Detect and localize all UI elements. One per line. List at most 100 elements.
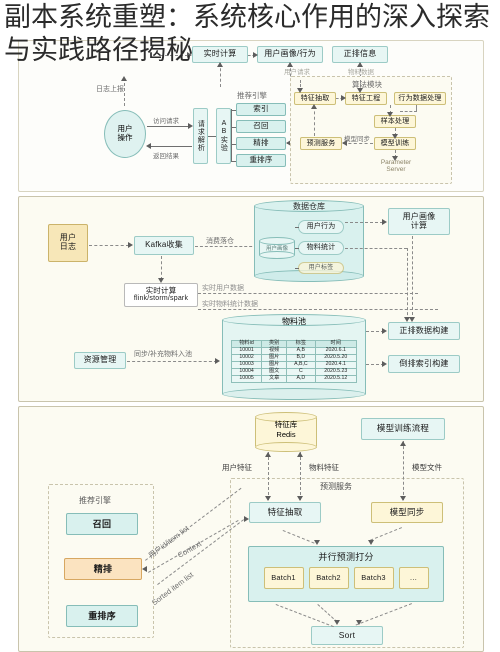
table-row: 10005 文章 A,D 2020.5.12 (230, 374, 357, 383)
batch-label: … (409, 572, 418, 582)
connector-log-to-kafka (89, 245, 129, 246)
engine-stage-label: 精排 (253, 138, 269, 148)
warehouse-node-label: 用户标签 (308, 264, 334, 271)
algo-node-feature-engineering: 特征工程 (345, 92, 387, 105)
connector-cyl-behavior (295, 227, 299, 228)
batch-node-3: Batch3 (353, 567, 394, 590)
forward-build-label: 正排数据构建 (399, 325, 449, 335)
table-cell: 文章 (261, 374, 288, 383)
arrow-down (314, 540, 320, 545)
resource-mgmt-node: 资源管理 (74, 352, 126, 369)
batch-node-2: Batch2 (308, 567, 349, 590)
model-sync-label: 模型同步 (344, 136, 370, 143)
request-parse-node: 请求解析 (193, 108, 208, 164)
cylinder-bottom (259, 251, 295, 259)
arrow-down (297, 88, 303, 93)
algo-node-predict-service: 预测服务 (300, 137, 342, 150)
parameter-server-label: Parameter Server (380, 159, 412, 174)
parallel-scoring-title: 并行预测打分 (318, 552, 374, 562)
predict-service-title: 预测服务 (320, 482, 352, 491)
engine-title: 推荐引擎 (237, 91, 267, 100)
arrow-right (215, 358, 220, 364)
arrow-down (387, 112, 393, 117)
engine-stage-index: 索引 (236, 103, 286, 116)
bottom-engine-stage-recall: 召回 (66, 513, 138, 535)
connector-behavior-sample-h (400, 111, 417, 112)
stream-box-label: 正排信息 (343, 49, 377, 59)
user-operation-node: 用户 操作 (104, 110, 146, 158)
connector-engine-spine (231, 109, 232, 161)
request-parse-label: 请求解析 (197, 120, 205, 152)
stream-box-user-profile-behavior: 用户画像/行为 (257, 46, 323, 63)
arrow-right (382, 219, 387, 225)
resource-mgmt-label: 资源管理 (83, 355, 117, 365)
arrow-right (341, 95, 346, 101)
warehouse-node-user-behavior: 用户行为 (298, 220, 344, 234)
arrow-left (146, 143, 151, 149)
arrow-right (382, 328, 387, 334)
arrow-right (187, 52, 192, 58)
arrow-up (311, 104, 317, 109)
arrow-down (368, 540, 374, 545)
connector-rt-user-data (198, 293, 418, 294)
sort-label: Sort (338, 629, 356, 640)
arrow-down (392, 156, 398, 161)
arrow-down (265, 496, 271, 501)
feature-store-label: 特征库 (274, 420, 298, 429)
arrow-right (128, 242, 133, 248)
connector-rt-material-data (198, 309, 438, 310)
engine-stage-rerank: 重排序 (236, 154, 286, 167)
connector-profile-to-forward (412, 236, 413, 320)
user-log-node: 用户 日志 (48, 224, 88, 262)
arrow-up (297, 452, 303, 457)
log-report-label: 日志上报 (96, 86, 124, 93)
batch-node-more: … (398, 567, 429, 590)
connector-cyl-tags (295, 268, 299, 269)
kafka-label: Kafka收集 (145, 240, 183, 250)
user-profile-cyl-label: 用户画像 (265, 246, 288, 252)
algo-node-label: 预测服务 (306, 139, 336, 147)
arrow-down (158, 278, 164, 283)
connector-material-to-right (345, 248, 407, 249)
connector-kafka-to-warehouse (195, 246, 262, 247)
arrow-up (265, 452, 271, 457)
batch-label: Batch3 (361, 572, 386, 582)
engine-stage-label: 重排序 (88, 610, 116, 621)
engine-stage-rank: 精排 (236, 137, 286, 150)
realtime-user-data-label: 实时用户数据 (202, 285, 244, 292)
model-file-label: 模型文件 (412, 463, 442, 472)
connector-cyl-material (295, 248, 299, 249)
arrow-right (244, 516, 249, 522)
request-label: 访问请求 (153, 118, 179, 125)
algo-node-behavior-processing: 行为数据处理 (394, 92, 446, 105)
feature-store-sub: Redis (276, 429, 296, 439)
material-pool-table: 物料id 类别 标签 时间 10001 视频 A,B 2020.6.1 1000… (230, 340, 357, 383)
cylinder-bottom (222, 388, 366, 400)
user-request-flow-label: 用户请求 (284, 69, 310, 76)
algo-node-label: 模型训练 (380, 139, 410, 147)
table-cell: 10005 (230, 374, 263, 383)
realtime-material-stat-label: 实时物料统计数据 (202, 301, 258, 308)
forward-data-build-node: 正排数据构建 (388, 322, 460, 340)
connector-parse-to-ab (208, 136, 216, 137)
connector-resource-to-pool (127, 361, 217, 362)
connector-request (147, 126, 191, 127)
engine-stage-label: 召回 (253, 121, 269, 131)
inverted-build-label: 倒排索引构建 (399, 358, 449, 368)
warehouse-node-label: 用户行为 (306, 223, 336, 231)
connector-spine-rerank (231, 161, 236, 162)
batch-label: Batch2 (316, 572, 341, 582)
feature-extract-label: 特征抽取 (267, 506, 303, 517)
engine-stage-label: 召回 (92, 518, 112, 529)
bottom-engine-stage-rerank: 重排序 (66, 605, 138, 627)
realtime-compute-sub: flink/storm/spark (133, 295, 189, 303)
model-train-flow-label: 模型训练流程 (376, 423, 430, 434)
algo-node-label: 特征抽取 (300, 94, 330, 102)
arrow-right (253, 52, 258, 58)
material-data-flow-label: 物料数据 (348, 69, 374, 76)
realtime-compute-node: 实时计算 flink/storm/spark (124, 283, 198, 307)
bottom-engine-title: 推荐引擎 (79, 496, 111, 505)
engine-stage-label: 精排 (93, 563, 113, 574)
user-operation-label: 用户 操作 (117, 124, 133, 142)
engine-stage-label: 索引 (253, 104, 269, 114)
